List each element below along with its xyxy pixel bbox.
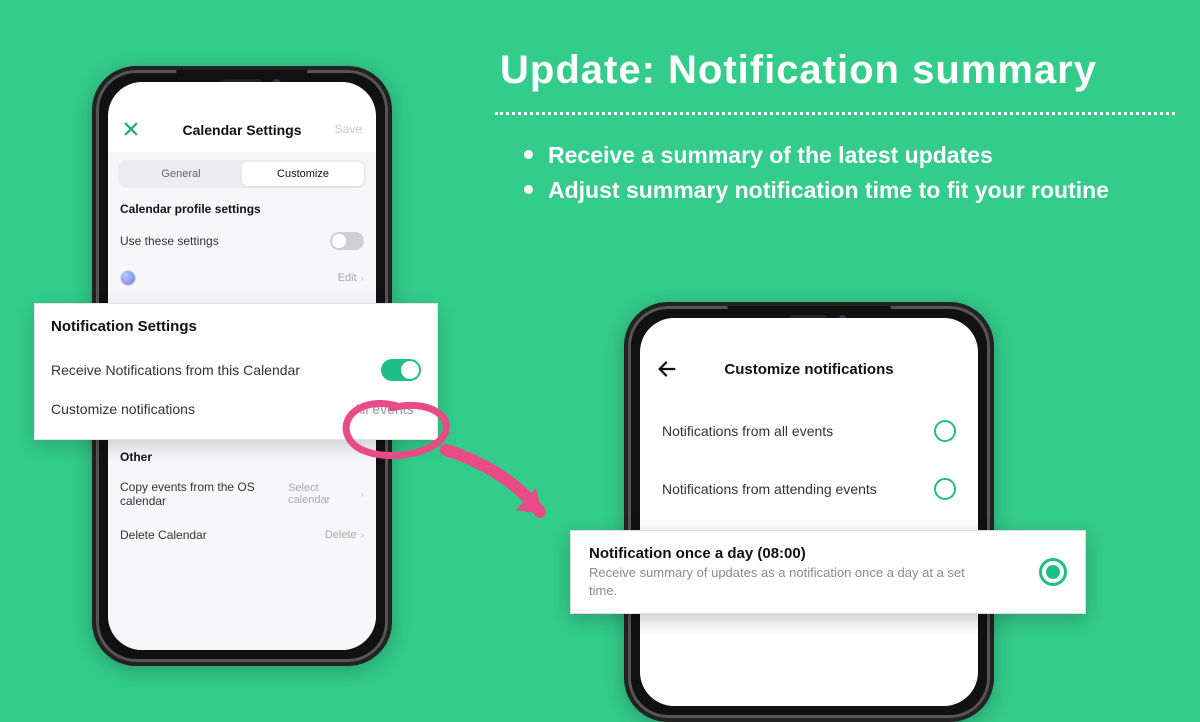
toggle-receive-notifications[interactable] bbox=[381, 359, 421, 381]
once-a-day-title: Notification once a day (08:00) bbox=[589, 545, 989, 562]
radio-once-a-day[interactable] bbox=[1039, 558, 1067, 586]
tab-general[interactable]: General bbox=[120, 162, 242, 186]
chevron-right-icon: › bbox=[361, 273, 364, 284]
copy-events-label: Copy events from the OS calendar bbox=[120, 480, 288, 508]
bullet-2: Adjust summary notification time to fit … bbox=[520, 175, 1160, 206]
settings-tabs: General Customize bbox=[118, 160, 366, 188]
customize-notifications-label: Customize notifications bbox=[51, 401, 195, 417]
page-title: Calendar Settings bbox=[182, 122, 301, 138]
row-use-these-settings: Use these settings bbox=[118, 222, 366, 260]
calendar-settings-topbar: Calendar Settings Save bbox=[108, 108, 376, 152]
annotation-arrow bbox=[438, 442, 558, 532]
option-all-events-label: Notifications from all events bbox=[662, 423, 833, 439]
calendar-avatar-icon bbox=[120, 270, 136, 286]
section-other-heading: Other bbox=[120, 450, 364, 464]
row-customize-notifications[interactable]: Customize notifications All events › bbox=[51, 391, 421, 427]
copy-events-value: Select calendar bbox=[288, 482, 357, 506]
customize-notifications-value: All events bbox=[353, 401, 414, 417]
phone-right: Customize notifications Notifications fr… bbox=[624, 302, 994, 722]
chevron-right-icon: › bbox=[361, 530, 364, 541]
headline: Update: Notification summary bbox=[500, 48, 1097, 93]
toggle-use-these[interactable] bbox=[330, 232, 364, 250]
option-attending-events-label: Notifications from attending events bbox=[662, 481, 877, 497]
row-calendar-edit[interactable]: Edit › bbox=[118, 260, 366, 296]
notification-settings-card: Notification Settings Receive Notificati… bbox=[34, 303, 438, 440]
option-once-a-day-card[interactable]: Notification once a day (08:00) Receive … bbox=[570, 530, 1086, 614]
notification-settings-title: Notification Settings bbox=[51, 318, 421, 335]
feature-bullets: Receive a summary of the latest updates … bbox=[520, 140, 1160, 210]
back-icon[interactable] bbox=[656, 358, 678, 380]
radio-all-events[interactable] bbox=[934, 420, 956, 442]
chevron-right-icon: › bbox=[418, 404, 421, 415]
option-all-events[interactable]: Notifications from all events bbox=[660, 402, 958, 460]
section-profile-heading: Calendar profile settings bbox=[120, 202, 364, 216]
customize-notifications-title: Customize notifications bbox=[724, 361, 893, 378]
receive-notifications-label: Receive Notifications from this Calendar bbox=[51, 362, 300, 378]
tab-customize[interactable]: Customize bbox=[242, 162, 364, 186]
row-delete-calendar[interactable]: Delete Calendar Delete › bbox=[118, 518, 366, 552]
close-icon[interactable] bbox=[122, 120, 140, 138]
row-copy-events[interactable]: Copy events from the OS calendar Select … bbox=[118, 470, 366, 518]
dotted-divider bbox=[495, 112, 1175, 115]
edit-label: Edit bbox=[338, 272, 357, 284]
save-button[interactable]: Save bbox=[335, 122, 362, 136]
delete-value: Delete bbox=[325, 529, 357, 541]
bullet-1: Receive a summary of the latest updates bbox=[520, 140, 1160, 171]
use-these-label: Use these settings bbox=[120, 234, 219, 248]
once-a-day-desc: Receive summary of updates as a notifica… bbox=[589, 564, 989, 599]
customize-notifications-topbar: Customize notifications bbox=[640, 346, 978, 392]
delete-calendar-label: Delete Calendar bbox=[120, 528, 207, 542]
radio-attending-events[interactable] bbox=[934, 478, 956, 500]
chevron-right-icon: › bbox=[361, 489, 364, 500]
option-attending-events[interactable]: Notifications from attending events bbox=[660, 460, 958, 518]
row-receive-notifications: Receive Notifications from this Calendar bbox=[51, 349, 421, 391]
